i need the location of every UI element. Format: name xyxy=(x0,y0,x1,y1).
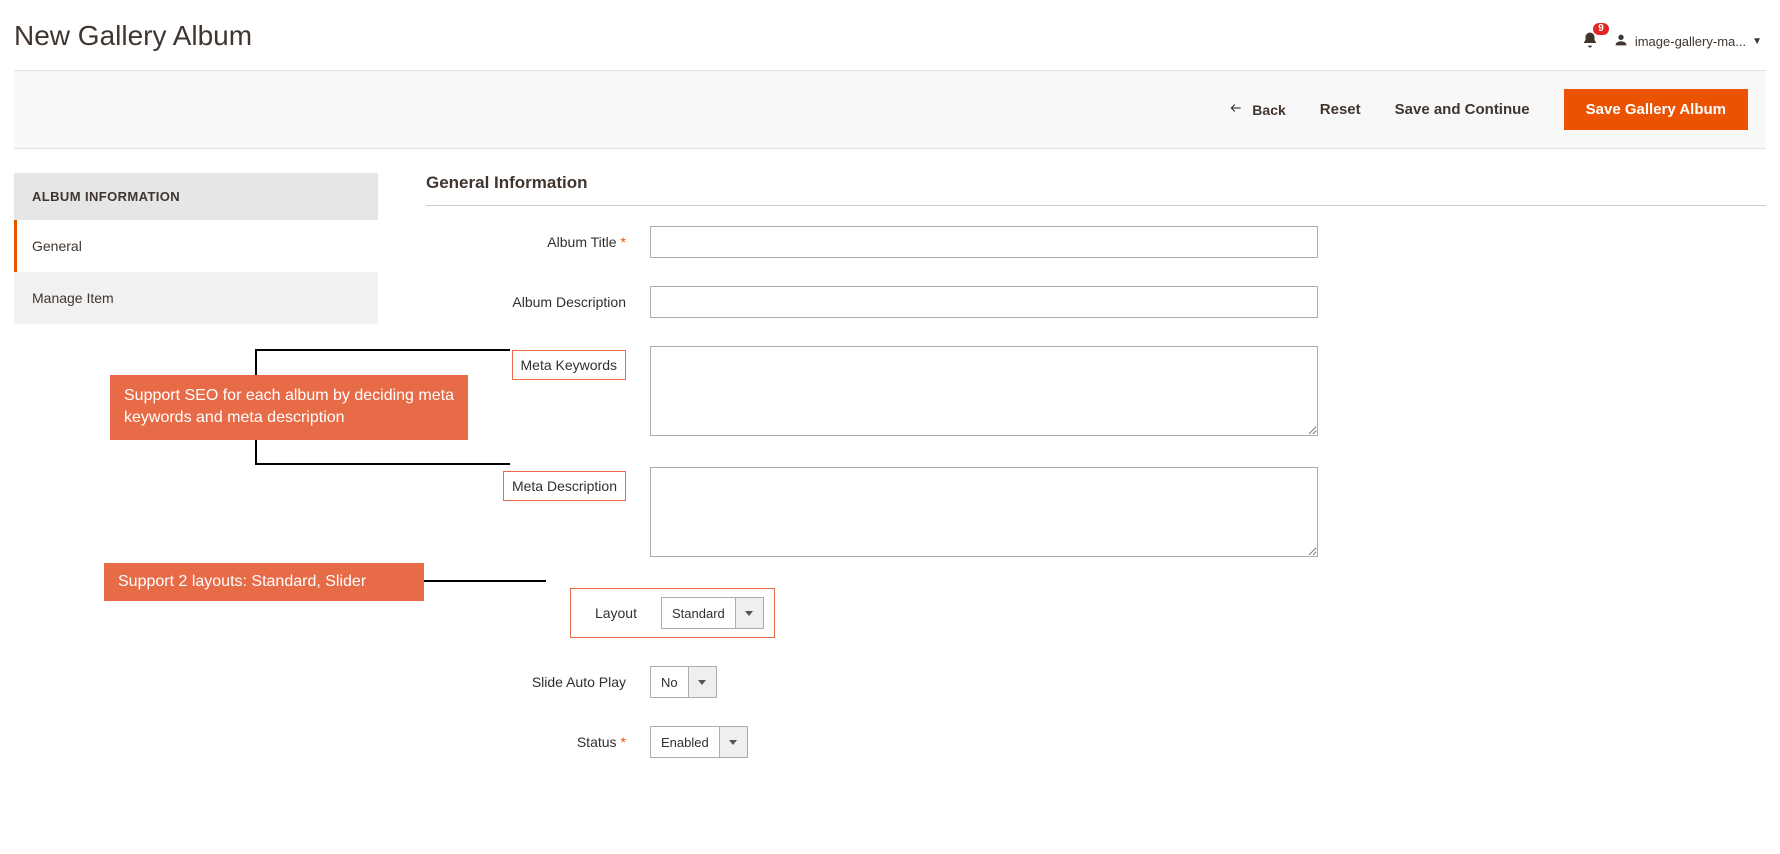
tab-manage-item[interactable]: Manage Item xyxy=(14,272,378,324)
tab-general[interactable]: General xyxy=(14,220,378,272)
chevron-down-icon xyxy=(735,598,763,628)
page-title: New Gallery Album xyxy=(14,20,252,52)
back-label: Back xyxy=(1252,102,1285,118)
notifications-button[interactable]: 9 xyxy=(1581,31,1599,52)
chevron-down-icon: ▼ xyxy=(1752,36,1762,47)
chevron-down-icon xyxy=(719,727,747,757)
layout-row-highlight: Layout Standard xyxy=(570,588,775,638)
connector-line xyxy=(255,463,510,465)
meta-description-label: Meta Description xyxy=(503,471,626,501)
layout-select[interactable]: Standard xyxy=(661,597,764,629)
notification-badge: 9 xyxy=(1593,23,1609,35)
section-title: General Information xyxy=(426,173,1766,206)
status-select[interactable]: Enabled xyxy=(650,726,748,758)
user-icon xyxy=(1613,32,1629,51)
album-title-label: Album Title* xyxy=(426,226,626,250)
slide-auto-play-value: No xyxy=(651,667,688,697)
arrow-left-icon xyxy=(1228,101,1244,118)
layout-label: Layout xyxy=(581,605,637,621)
album-description-label: Album Description xyxy=(426,286,626,310)
account-menu[interactable]: image-gallery-ma... ▼ xyxy=(1613,32,1762,51)
meta-description-input[interactable] xyxy=(650,467,1318,557)
annotation-layout: Support 2 layouts: Standard, Slider xyxy=(104,563,424,601)
meta-keywords-label: Meta Keywords xyxy=(512,350,626,380)
sidebar-title: ALBUM INFORMATION xyxy=(14,173,378,220)
save-continue-button[interactable]: Save and Continue xyxy=(1395,101,1530,118)
meta-keywords-input[interactable] xyxy=(650,346,1318,436)
connector-line xyxy=(424,580,546,582)
album-description-input[interactable] xyxy=(650,286,1318,318)
connector-line xyxy=(255,351,257,375)
action-bar: Back Reset Save and Continue Save Galler… xyxy=(14,70,1766,149)
album-title-input[interactable] xyxy=(650,226,1318,258)
status-label: Status* xyxy=(426,726,626,750)
reset-button[interactable]: Reset xyxy=(1320,101,1361,118)
connector-line xyxy=(255,349,510,351)
back-button[interactable]: Back xyxy=(1228,101,1285,118)
bell-icon xyxy=(1581,36,1599,52)
chevron-down-icon xyxy=(688,667,716,697)
slide-auto-play-label: Slide Auto Play xyxy=(426,666,626,690)
slide-auto-play-select[interactable]: No xyxy=(650,666,717,698)
account-username: image-gallery-ma... xyxy=(1635,34,1746,49)
annotation-seo: Support SEO for each album by deciding m… xyxy=(110,375,468,440)
save-button[interactable]: Save Gallery Album xyxy=(1564,89,1748,130)
sidebar: ALBUM INFORMATION General Manage Item xyxy=(14,173,378,786)
status-value: Enabled xyxy=(651,727,719,757)
layout-value: Standard xyxy=(662,598,735,628)
